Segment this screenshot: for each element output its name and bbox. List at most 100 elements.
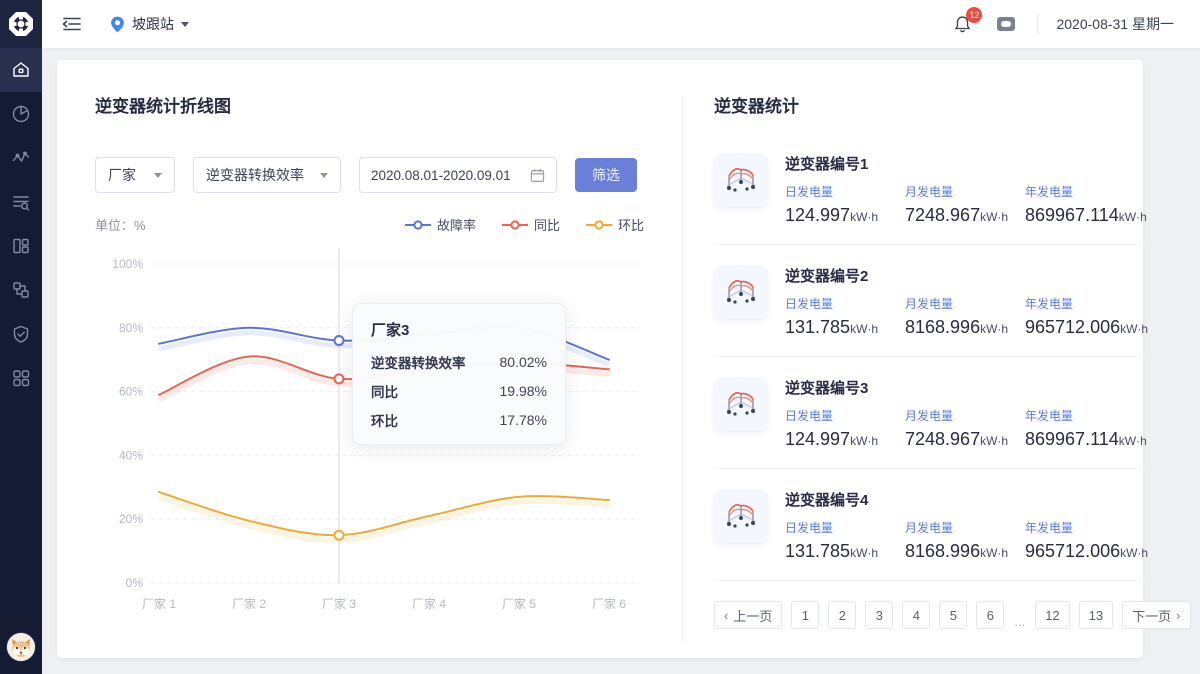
screen-button[interactable]: [993, 11, 1019, 37]
user-avatar[interactable]: [6, 632, 36, 662]
metric-unit: kW·h: [980, 546, 1008, 560]
sidebar-item-list-search[interactable]: [0, 180, 42, 224]
inverter-icon: [714, 489, 768, 543]
pagination-prev-button[interactable]: ‹上一页: [714, 601, 782, 629]
legend-item[interactable]: 故障率: [405, 215, 476, 234]
filter-button[interactable]: 筛选: [575, 158, 637, 192]
metric: 日发电量131.785kW·h: [785, 519, 905, 562]
menu-fold-icon[interactable]: [58, 10, 86, 38]
inverter-list-item[interactable]: 逆变器编号3日发电量124.997kW·h月发电量7248.967kW·h年发电…: [714, 357, 1195, 469]
metric-label: 月发电量: [905, 407, 1025, 424]
dimension-select[interactable]: 厂家: [95, 157, 175, 193]
y-tick-label: 80%: [119, 321, 143, 335]
tooltip-value: 80.02%: [500, 354, 547, 370]
activity-icon: [11, 148, 31, 168]
monitor-icon: [996, 16, 1016, 32]
pagination-page-button[interactable]: 6: [976, 601, 1004, 629]
x-tick-label: 厂家 6: [592, 596, 626, 611]
sidebar-item-nodes[interactable]: [0, 268, 42, 312]
metric-label: 日发电量: [785, 407, 905, 424]
app-logo[interactable]: [0, 0, 42, 48]
chart-tooltip: 厂家3 逆变器转换效率80.02%同比19.98%环比17.78%: [352, 303, 566, 445]
chart-legend: 故障率 同比 环比: [405, 215, 644, 234]
metric-unit: kW·h: [980, 210, 1008, 224]
inverter-icon: [714, 377, 768, 431]
pagination-next-button[interactable]: 下一页›: [1122, 601, 1190, 629]
sidebar-item-home[interactable]: [0, 48, 42, 92]
x-tick-label: 厂家 2: [232, 596, 266, 611]
metric-unit: kW·h: [1119, 434, 1147, 448]
metric: 年发电量 869967.114kW·h: [1025, 183, 1195, 226]
tooltip-row: 环比17.78%: [371, 410, 547, 430]
date-range-value: 2020.08.01-2020.09.01: [371, 168, 511, 183]
inverter-illustration-icon: [719, 270, 763, 314]
series-marker: [335, 374, 344, 383]
metric-value: 131.785kW·h: [785, 317, 905, 338]
inverter-list-item[interactable]: 逆变器编号1日发电量124.997kW·h月发电量7248.967kW·h年发电…: [714, 133, 1195, 245]
dimension-select-value: 厂家: [108, 165, 136, 185]
metric: 月发电量8168.996kW·h: [905, 519, 1025, 562]
inverter-illustration-icon: [719, 382, 763, 426]
chart-panel-title: 逆变器统计折线图: [95, 92, 644, 117]
tooltip-value: 19.98%: [500, 383, 547, 399]
nodes-icon: [11, 280, 31, 300]
metric-label: 年发电量: [1025, 295, 1195, 312]
top-header: 坡跟站 12 2020-08-31 星期一: [42, 0, 1200, 48]
metric-unit: kW·h: [850, 434, 878, 448]
pie-chart-icon: [11, 104, 31, 124]
unit-label: 单位：%: [95, 215, 146, 234]
inverter-list-item[interactable]: 逆变器编号4 日发电量131.785kW·h月发电量8168.996kW·h年发电…: [714, 469, 1195, 581]
calendar-icon: [530, 168, 545, 183]
inverter-name: 逆变器编号3: [785, 377, 1195, 398]
metric-unit: kW·h: [1119, 210, 1147, 224]
metric-value: 965712.006kW·h: [1025, 317, 1195, 338]
metric-value: 869967.114kW·h: [1025, 205, 1195, 226]
tooltip-row: 逆变器转换效率80.02%: [371, 352, 547, 372]
pagination-page-button[interactable]: 4: [902, 601, 930, 629]
inverter-icon: [714, 153, 768, 207]
y-tick-label: 0%: [126, 576, 144, 590]
chevron-left-icon: ‹: [724, 608, 728, 623]
pagination-page-button[interactable]: 13: [1079, 601, 1113, 629]
metric-label: 年发电量: [1025, 183, 1195, 200]
metric-label: 年发电量: [1025, 519, 1195, 536]
layout-icon: [11, 236, 31, 256]
panel-divider: [682, 96, 683, 644]
metric-select[interactable]: 逆变器转换效率: [193, 157, 341, 193]
pagination-page-button[interactable]: 1: [791, 601, 819, 629]
sidebar-item-shield-check[interactable]: [0, 312, 42, 356]
pagination-page-button[interactable]: 2: [828, 601, 856, 629]
metric-unit: kW·h: [850, 210, 878, 224]
inverter-info: 逆变器编号3日发电量124.997kW·h月发电量7248.967kW·h年发电…: [785, 377, 1195, 450]
sidebar-item-pie-chart[interactable]: [0, 92, 42, 136]
pagination-page-button[interactable]: 12: [1035, 601, 1069, 629]
station-selector[interactable]: 坡跟站: [110, 14, 189, 34]
dashboard-card: 逆变器统计折线图 厂家 逆变器转换效率 2020.08.01-2020.09.0…: [57, 60, 1143, 658]
chart-panel: 逆变器统计折线图 厂家 逆变器转换效率 2020.08.01-2020.09.0…: [57, 60, 682, 658]
metric: 月发电量7248.967kW·h: [905, 183, 1025, 226]
inverter-name: 逆变器编号4: [785, 489, 1195, 510]
metric-unit: kW·h: [1120, 322, 1148, 336]
sidebar-item-activity[interactable]: [0, 136, 42, 180]
legend-item[interactable]: 环比: [586, 215, 644, 234]
sidebar-item-layout[interactable]: [0, 224, 42, 268]
pagination-page-button[interactable]: 5: [939, 601, 967, 629]
y-tick-label: 100%: [112, 257, 143, 271]
sidebar-item-grid[interactable]: [0, 356, 42, 400]
legend-row: 单位：% 故障率 同比 环比: [95, 215, 644, 234]
chevron-down-icon: [154, 173, 162, 178]
metric-unit: kW·h: [850, 546, 878, 560]
inverter-panel-title: 逆变器统计: [714, 92, 1195, 117]
tooltip-title: 厂家3: [371, 319, 547, 340]
chevron-right-icon: ›: [1176, 608, 1180, 623]
notifications-button[interactable]: 12: [949, 11, 975, 37]
legend-item[interactable]: 同比: [502, 215, 560, 234]
inverter-list-item[interactable]: 逆变器编号2日发电量131.785kW·h月发电量8168.996kW·h年发电…: [714, 245, 1195, 357]
date-range-input[interactable]: 2020.08.01-2020.09.01: [359, 157, 557, 193]
station-name: 坡跟站: [132, 14, 174, 34]
pagination-page-button[interactable]: 3: [865, 601, 893, 629]
chevron-down-icon: [320, 173, 328, 178]
metric-value: 124.997kW·h: [785, 429, 905, 450]
metric-value: 869967.114kW·h: [1025, 429, 1195, 450]
legend-marker-icon: [586, 220, 612, 230]
